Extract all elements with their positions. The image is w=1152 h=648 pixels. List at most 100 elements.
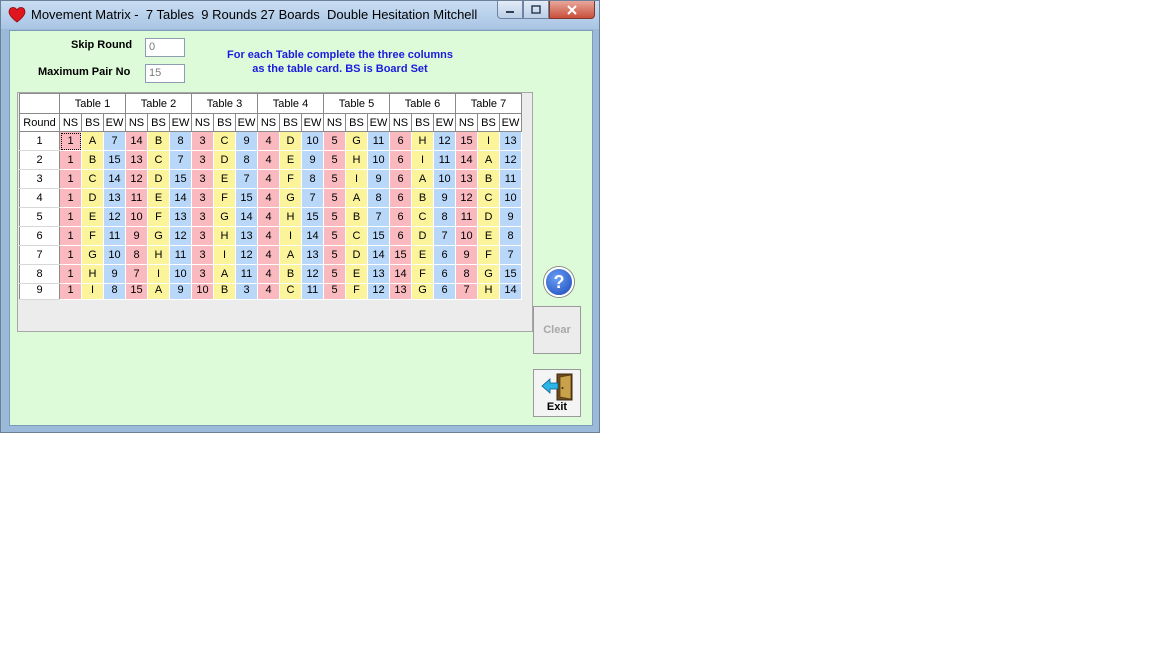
cell-bs[interactable]: H: [411, 131, 434, 151]
cell-bs[interactable]: A: [345, 188, 368, 208]
cell-bs[interactable]: F: [213, 188, 236, 208]
cell-ns[interactable]: 6: [389, 188, 412, 208]
cell-ew[interactable]: 7: [367, 207, 390, 227]
cell-ew[interactable]: 13: [169, 207, 192, 227]
cell-bs[interactable]: G: [345, 131, 368, 151]
cell-ew[interactable]: 11: [301, 283, 324, 300]
cell-ew[interactable]: 11: [499, 169, 522, 189]
cell-bs[interactable]: H: [477, 283, 500, 300]
cell-ns[interactable]: 12: [455, 188, 478, 208]
cell-ew[interactable]: 8: [433, 207, 456, 227]
cell-bs[interactable]: C: [147, 150, 170, 170]
maximize-button[interactable]: [523, 1, 549, 19]
cell-ew[interactable]: 12: [235, 245, 258, 265]
cell-ns[interactable]: 14: [389, 264, 412, 284]
cell-ns[interactable]: 3: [191, 188, 214, 208]
cell-ew[interactable]: 6: [433, 283, 456, 300]
cell-ns[interactable]: 3: [191, 207, 214, 227]
cell-ns[interactable]: 12: [125, 169, 148, 189]
cell-ew[interactable]: 10: [103, 245, 126, 265]
cell-ew[interactable]: 9: [103, 264, 126, 284]
title-bar[interactable]: Movement Matrix - 7 Tables 9 Rounds 27 B…: [1, 1, 599, 29]
cell-bs[interactable]: D: [477, 207, 500, 227]
cell-ns[interactable]: 4: [257, 188, 280, 208]
exit-button[interactable]: Exit: [533, 369, 581, 417]
cell-ew[interactable]: 9: [367, 169, 390, 189]
cell-bs[interactable]: D: [213, 150, 236, 170]
cell-ns[interactable]: 3: [191, 245, 214, 265]
cell-bs[interactable]: H: [279, 207, 302, 227]
cell-ns[interactable]: 5: [323, 188, 346, 208]
cell-bs[interactable]: I: [81, 283, 104, 300]
cell-bs[interactable]: A: [213, 264, 236, 284]
cell-bs[interactable]: C: [411, 207, 434, 227]
cell-bs[interactable]: E: [345, 264, 368, 284]
cell-ns[interactable]: 1: [59, 188, 82, 208]
cell-ns[interactable]: 6: [389, 226, 412, 246]
cell-bs[interactable]: G: [411, 283, 434, 300]
cell-bs[interactable]: B: [147, 131, 170, 151]
cell-ew[interactable]: 11: [367, 131, 390, 151]
cell-ew[interactable]: 13: [235, 226, 258, 246]
cell-ew[interactable]: 10: [499, 188, 522, 208]
cell-ew[interactable]: 13: [301, 245, 324, 265]
cell-ew[interactable]: 11: [433, 150, 456, 170]
cell-ew[interactable]: 15: [103, 150, 126, 170]
cell-ns[interactable]: 5: [323, 207, 346, 227]
cell-bs[interactable]: E: [147, 188, 170, 208]
cell-ew[interactable]: 12: [169, 226, 192, 246]
cell-bs[interactable]: H: [213, 226, 236, 246]
cell-ew[interactable]: 7: [169, 150, 192, 170]
cell-ew[interactable]: 8: [499, 226, 522, 246]
cell-bs[interactable]: I: [477, 131, 500, 151]
cell-ew[interactable]: 10: [367, 150, 390, 170]
cell-bs[interactable]: E: [477, 226, 500, 246]
cell-bs[interactable]: F: [345, 283, 368, 300]
cell-ew[interactable]: 12: [499, 150, 522, 170]
cell-bs[interactable]: I: [213, 245, 236, 265]
cell-bs[interactable]: B: [279, 264, 302, 284]
cell-ew[interactable]: 12: [301, 264, 324, 284]
cell-bs[interactable]: C: [279, 283, 302, 300]
cell-ns[interactable]: 10: [455, 226, 478, 246]
cell-ew[interactable]: 11: [235, 264, 258, 284]
cell-ns[interactable]: 13: [389, 283, 412, 300]
cell-bs[interactable]: G: [477, 264, 500, 284]
cell-ns[interactable]: 4: [257, 283, 280, 300]
cell-ew[interactable]: 14: [235, 207, 258, 227]
cell-ns[interactable]: 7: [455, 283, 478, 300]
cell-ns[interactable]: 5: [323, 283, 346, 300]
cell-ns[interactable]: 4: [257, 207, 280, 227]
cell-ns[interactable]: 10: [191, 283, 214, 300]
skip-round-input[interactable]: 0: [145, 38, 185, 57]
movement-grid[interactable]: Table 1 Table 2 Table 3 Table 4 Table 5 Table…: [17, 92, 533, 332]
cell-ns[interactable]: 14: [455, 150, 478, 170]
cell-ns[interactable]: 5: [323, 150, 346, 170]
cell-bs[interactable]: E: [81, 207, 104, 227]
cell-bs[interactable]: G: [81, 245, 104, 265]
cell-ns[interactable]: 10: [125, 207, 148, 227]
cell-bs[interactable]: G: [147, 226, 170, 246]
cell-ew[interactable]: 9: [499, 207, 522, 227]
cell-ew[interactable]: 12: [367, 283, 390, 300]
cell-ew[interactable]: 3: [235, 283, 258, 300]
cell-ns[interactable]: 4: [257, 131, 280, 151]
close-button[interactable]: [549, 1, 595, 19]
cell-ew[interactable]: 11: [103, 226, 126, 246]
cell-ns[interactable]: 1: [59, 169, 82, 189]
cell-ns[interactable]: 1: [59, 150, 82, 170]
cell-ns[interactable]: 5: [323, 131, 346, 151]
cell-ns[interactable]: 13: [455, 169, 478, 189]
cell-bs[interactable]: F: [411, 264, 434, 284]
cell-ew[interactable]: 9: [301, 150, 324, 170]
cell-ns[interactable]: 15: [455, 131, 478, 151]
max-pair-input[interactable]: 15: [145, 64, 185, 83]
cell-bs[interactable]: A: [411, 169, 434, 189]
cell-bs[interactable]: C: [213, 131, 236, 151]
cell-ns[interactable]: 9: [455, 245, 478, 265]
cell-bs[interactable]: I: [147, 264, 170, 284]
cell-ew[interactable]: 8: [169, 131, 192, 151]
cell-bs[interactable]: E: [411, 245, 434, 265]
cell-bs[interactable]: G: [279, 188, 302, 208]
cell-bs[interactable]: I: [411, 150, 434, 170]
